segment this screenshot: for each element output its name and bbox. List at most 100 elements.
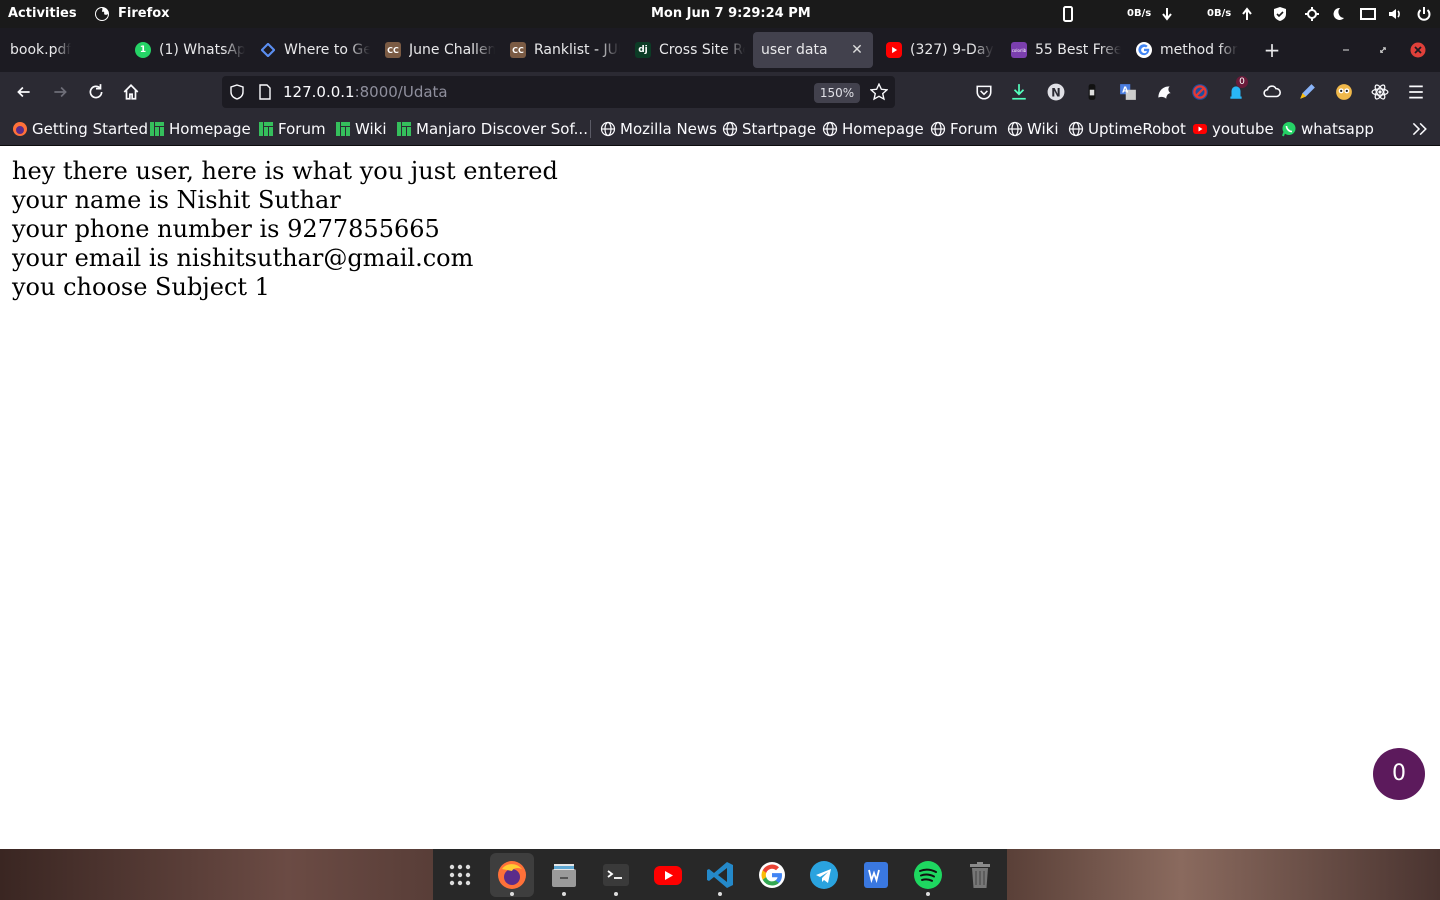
bookmark-label: Forum [950,119,998,138]
block-extension-icon[interactable] [1190,82,1210,102]
youtube-icon [654,866,682,885]
url-bar[interactable]: 127.0.0.1:8000/Udata 150% [222,76,895,108]
maximize-icon[interactable] [1375,42,1391,58]
page-info-icon[interactable] [257,84,273,104]
shield-icon[interactable] [1272,6,1288,22]
bookmark-label: Manjaro Discover Sof... [416,119,588,138]
dock-firefox[interactable] [490,853,534,897]
url-text[interactable]: 127.0.0.1:8000/Udata [283,76,448,108]
tracking-protection-icon[interactable] [229,84,245,104]
dark-reader-icon[interactable] [1154,82,1174,102]
bookmark-youtube[interactable]: youtube [1192,112,1274,145]
manjaro-icon [335,121,351,137]
dock-google[interactable] [750,853,794,897]
dock-files[interactable] [542,853,586,897]
bookmark-mozilla-news[interactable]: Mozilla News [600,112,717,145]
zoom-level-button[interactable]: 150% [814,83,860,103]
close-tab-icon[interactable]: ✕ [849,42,865,58]
tab-ranklist[interactable]: CC Ranklist - JUNE [502,32,620,68]
chevron-double-right-icon[interactable] [1410,120,1428,142]
phone-icon[interactable] [1060,6,1076,22]
tab-youtube[interactable]: (327) 9-Day [878,32,996,68]
floating-counter-button[interactable]: 0 [1373,748,1425,800]
codechef-icon: CC [385,42,401,58]
manjaro-icon [258,121,274,137]
arrow-up-icon [1239,6,1255,22]
svg-text:A: A [1122,86,1129,95]
translate-icon[interactable]: A [1118,82,1138,102]
activities-button[interactable]: Activities [8,0,77,28]
dock-terminal[interactable] [594,853,638,897]
bookmark-label: Startpage [742,119,817,138]
volume-icon[interactable] [1387,6,1403,22]
pocket-icon[interactable] [974,82,994,102]
dock-trash[interactable] [958,853,1002,897]
minimize-icon[interactable] [1338,42,1354,58]
reload-button[interactable] [84,80,108,104]
bookmark-getting-started[interactable]: Getting Started [12,112,148,145]
notification-extension-icon[interactable]: 0 [1226,76,1248,102]
bookmark-star-icon[interactable] [869,82,889,105]
dock-spotify[interactable] [906,853,950,897]
bookmark-manjaro-discover[interactable]: Manjaro Discover Sof... [396,112,588,145]
bookmark-label: Wiki [1027,119,1059,138]
bookmark-forum-manjaro[interactable]: Forum [258,112,326,145]
tab-where-to-get[interactable]: Where to Get [252,32,370,68]
home-button[interactable] [119,80,143,104]
bookmark-wiki[interactable]: Wiki [1007,112,1059,145]
dock-vscode[interactable] [698,853,742,897]
tab-method-for[interactable]: method for [1128,32,1246,68]
forward-button[interactable] [48,80,72,104]
bookmark-forum[interactable]: Forum [930,112,998,145]
owl-extension-icon[interactable] [1334,82,1354,102]
tab-user-data[interactable]: user data ✕ [753,32,873,68]
clock[interactable]: Mon Jun 7 9:29:24 PM [651,0,811,28]
power-icon[interactable] [1416,6,1432,22]
bookmark-whatsapp[interactable]: whatsapp [1281,112,1374,145]
globe-icon [600,121,616,137]
arrow-left-icon [17,86,30,98]
gnome-top-bar: Activities Firefox Mon Jun 7 9:29:24 PM … [0,0,1440,28]
dock-youtube[interactable] [646,853,690,897]
bottle-extension-icon[interactable] [1082,82,1102,102]
bookmark-homepage-manjaro[interactable]: Homepage [149,112,251,145]
bookmark-startpage[interactable]: Startpage [722,112,816,145]
bookmark-label: UptimeRobot [1088,119,1186,138]
tab-cross-site[interactable]: dj Cross Site Req [627,32,745,68]
night-light-icon[interactable] [1330,6,1346,22]
dock-wps-writer[interactable] [854,853,898,897]
trash-icon [970,862,990,888]
tab-label: Cross Site Req [659,42,745,58]
tab-book-pdf[interactable]: book.pdf [2,32,120,68]
arrow-right-icon [54,86,67,98]
notion-icon[interactable]: N [1046,82,1066,102]
dock-telegram[interactable] [802,853,846,897]
running-indicator [926,892,930,896]
tab-june-challenge[interactable]: CC June Challenge [377,32,495,68]
cloud-sync-icon[interactable] [1262,82,1282,102]
downloads-icon[interactable] [1009,82,1029,102]
telegram-icon [810,861,838,889]
tab-whatsapp[interactable]: 1 (1) WhatsApp [127,32,245,68]
files-icon [552,864,576,887]
new-tab-button[interactable]: + [1264,38,1281,62]
bookmark-homepage[interactable]: Homepage [822,112,924,145]
pen-tool-icon[interactable] [1297,82,1317,102]
bookmark-uptimerobot[interactable]: UptimeRobot [1068,112,1186,145]
back-button[interactable] [12,80,36,104]
tab-55-best[interactable]: colorlib 55 Best Free [1003,32,1121,68]
bookmark-wiki-manjaro[interactable]: Wiki [335,112,387,145]
globe-icon [930,121,946,137]
show-apps-button[interactable] [438,853,482,897]
app-name: Firefox [118,6,170,21]
close-window-icon[interactable] [1410,42,1426,58]
screen-icon[interactable] [1360,6,1376,22]
react-devtools-icon[interactable] [1370,82,1390,102]
app-menu[interactable]: Firefox [94,0,170,28]
tab-label: user data [761,42,828,58]
location-icon[interactable] [1304,6,1320,22]
google-icon [1136,42,1152,58]
spotify-icon [914,861,942,889]
codechef-icon: CC [510,42,526,58]
hamburger-menu-icon[interactable] [1406,82,1426,102]
